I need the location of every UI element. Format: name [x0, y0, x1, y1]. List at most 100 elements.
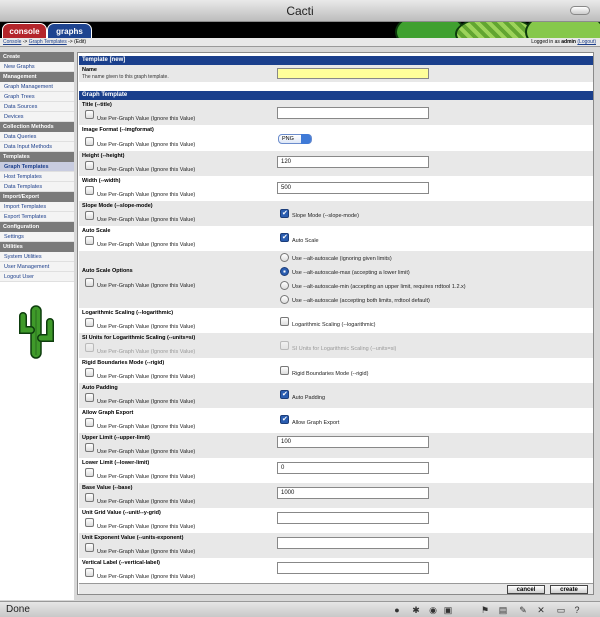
tab-graphs[interactable]: graphs: [47, 23, 92, 38]
flag-icon[interactable]: ⚑: [480, 605, 490, 615]
lower-limit-per-graph-checkbox[interactable]: [85, 468, 94, 477]
width-row: Width (--width) Use Per-Graph Value (Ign…: [79, 176, 593, 201]
window-icon[interactable]: ▣: [443, 605, 453, 615]
create-button[interactable]: create: [550, 585, 588, 594]
sidebar-item-data-templates[interactable]: Data Templates: [0, 182, 74, 192]
slope-mode-per-graph-label: Use Per-Graph Value (Ignore this Value): [97, 217, 196, 223]
allow-export-checkbox-label: Allow Graph Export: [292, 420, 340, 426]
autoscale-option-label-4: Use --alt-autoscale (accepting both limi…: [292, 298, 430, 304]
si-units-per-graph-checkbox[interactable]: [85, 343, 94, 352]
gear-icon[interactable]: ✱: [411, 605, 421, 615]
sidebar-item-host-templates[interactable]: Host Templates: [0, 172, 74, 182]
cancel-button[interactable]: cancel: [507, 585, 545, 594]
vertical-label-per-graph-checkbox[interactable]: [85, 568, 94, 577]
auto-padding-checkbox[interactable]: [280, 390, 289, 399]
sidebar-item-settings[interactable]: Settings: [0, 232, 74, 242]
sidebar-item-system-utilities[interactable]: System Utilities: [0, 252, 74, 262]
title-input[interactable]: [277, 107, 429, 119]
lower-limit-per-graph-label: Use Per-Graph Value (Ignore this Value): [97, 474, 196, 480]
slope-mode-checkbox[interactable]: [280, 209, 289, 218]
unit-grid-per-graph-label: Use Per-Graph Value (Ignore this Value): [97, 524, 196, 530]
upper-limit-per-graph-checkbox[interactable]: [85, 443, 94, 452]
sidebar-item-graph-trees[interactable]: Graph Trees: [0, 92, 74, 102]
name-row: Name The name given to this graph templa…: [79, 65, 593, 82]
image-format-per-graph-checkbox[interactable]: [85, 137, 94, 146]
logarithmic-checkbox[interactable]: [280, 317, 289, 326]
sidebar-item-new-graphs[interactable]: New Graphs: [0, 62, 74, 72]
screen-icon[interactable]: ▭: [556, 605, 566, 615]
logarithmic-per-graph-checkbox[interactable]: [85, 318, 94, 327]
height-per-graph-checkbox[interactable]: [85, 161, 94, 170]
rigid-per-graph-checkbox[interactable]: [85, 368, 94, 377]
sidebar-section-import-export: Import/Export: [0, 192, 74, 202]
upper-limit-per-graph-label: Use Per-Graph Value (Ignore this Value): [97, 449, 196, 455]
rigid-label: Rigid Boundaries Mode (--rigid): [82, 360, 165, 366]
edit-icon[interactable]: ✎: [518, 605, 528, 615]
status-text: Done: [6, 604, 30, 615]
logarithmic-per-graph-label: Use Per-Graph Value (Ignore this Value): [97, 324, 196, 330]
window-title: Cacti: [286, 4, 314, 18]
sidebar-item-data-input-methods[interactable]: Data Input Methods: [0, 142, 74, 152]
lower-limit-input[interactable]: 0: [277, 462, 429, 474]
base-value-input[interactable]: 1000: [277, 487, 429, 499]
sidebar-item-export-templates[interactable]: Export Templates: [0, 212, 74, 222]
logout-link[interactable]: (Logout): [577, 39, 596, 45]
si-units-checkbox[interactable]: [280, 341, 289, 350]
document-icon[interactable]: ▤: [498, 605, 508, 615]
login-prefix: Logged in as: [531, 39, 560, 45]
name-input[interactable]: [277, 68, 429, 79]
auto-scale-options-label: Auto Scale Options: [82, 268, 133, 274]
lower-limit-row: Lower Limit (--lower-limit) Use Per-Grap…: [79, 458, 593, 483]
image-format-select[interactable]: PNG: [278, 134, 312, 144]
adblock-icon[interactable]: ●: [392, 605, 402, 615]
toolbar-toggle-button[interactable]: [570, 6, 590, 15]
breadcrumb: Console -> Graph Templates -> (Edit) Log…: [0, 38, 600, 47]
sidebar-item-graph-templates[interactable]: Graph Templates: [0, 162, 74, 172]
section-header-graph-template: Graph Template: [79, 91, 593, 100]
sidebar-item-user-management[interactable]: User Management: [0, 262, 74, 272]
unit-grid-per-graph-checkbox[interactable]: [85, 518, 94, 527]
header-banner: console graphs: [0, 22, 600, 38]
sidebar-item-data-queries[interactable]: Data Queries: [0, 132, 74, 142]
sidebar-item-data-sources[interactable]: Data Sources: [0, 102, 74, 112]
unit-exponent-input[interactable]: [277, 537, 429, 549]
height-input[interactable]: 120: [277, 156, 429, 168]
breadcrumb-graph-templates-link[interactable]: Graph Templates: [29, 39, 67, 45]
close-icon[interactable]: ✕: [536, 605, 546, 615]
unit-grid-input[interactable]: [277, 512, 429, 524]
allow-export-per-graph-checkbox[interactable]: [85, 418, 94, 427]
si-units-per-graph-label: Use Per-Graph Value (Ignore this Value): [97, 349, 196, 355]
autoscale-option-radio-1[interactable]: [280, 253, 289, 262]
auto-scale-per-graph-checkbox[interactable]: [85, 236, 94, 245]
help-icon[interactable]: ?: [572, 605, 582, 615]
width-per-graph-checkbox[interactable]: [85, 186, 94, 195]
auto-padding-per-graph-checkbox[interactable]: [85, 393, 94, 402]
title-per-graph-checkbox[interactable]: [85, 110, 94, 119]
autoscale-option-label-2: Use --alt-autoscale-max (accepting a low…: [292, 270, 410, 276]
sidebar-item-graph-management[interactable]: Graph Management: [0, 82, 74, 92]
vertical-label-input[interactable]: [277, 562, 429, 574]
globe-icon[interactable]: ◉: [428, 605, 438, 615]
breadcrumb-console-link[interactable]: Console: [3, 39, 21, 45]
rigid-per-graph-label: Use Per-Graph Value (Ignore this Value): [97, 374, 196, 380]
rigid-checkbox[interactable]: [280, 366, 289, 375]
window-titlebar: Cacti: [0, 0, 600, 22]
sidebar-item-import-templates[interactable]: Import Templates: [0, 202, 74, 212]
upper-limit-input[interactable]: 100: [277, 436, 429, 448]
auto-scale-options-per-graph-checkbox[interactable]: [85, 278, 94, 287]
auto-scale-checkbox[interactable]: [280, 233, 289, 242]
autoscale-option-radio-4[interactable]: [280, 295, 289, 304]
sidebar-section-create: Create: [0, 52, 74, 62]
tab-console[interactable]: console: [2, 23, 47, 38]
sidebar-item-logout-user[interactable]: Logout User: [0, 272, 74, 282]
allow-export-checkbox[interactable]: [280, 415, 289, 424]
autoscale-option-radio-2[interactable]: [280, 267, 289, 276]
base-value-per-graph-checkbox[interactable]: [85, 493, 94, 502]
base-value-label: Base Value (--base): [82, 485, 133, 491]
width-input[interactable]: 500: [277, 182, 429, 194]
autoscale-option-radio-3[interactable]: [280, 281, 289, 290]
unit-exponent-per-graph-checkbox[interactable]: [85, 543, 94, 552]
auto-padding-label: Auto Padding: [82, 385, 118, 391]
sidebar-item-devices[interactable]: Devices: [0, 112, 74, 122]
slope-mode-per-graph-checkbox[interactable]: [85, 211, 94, 220]
